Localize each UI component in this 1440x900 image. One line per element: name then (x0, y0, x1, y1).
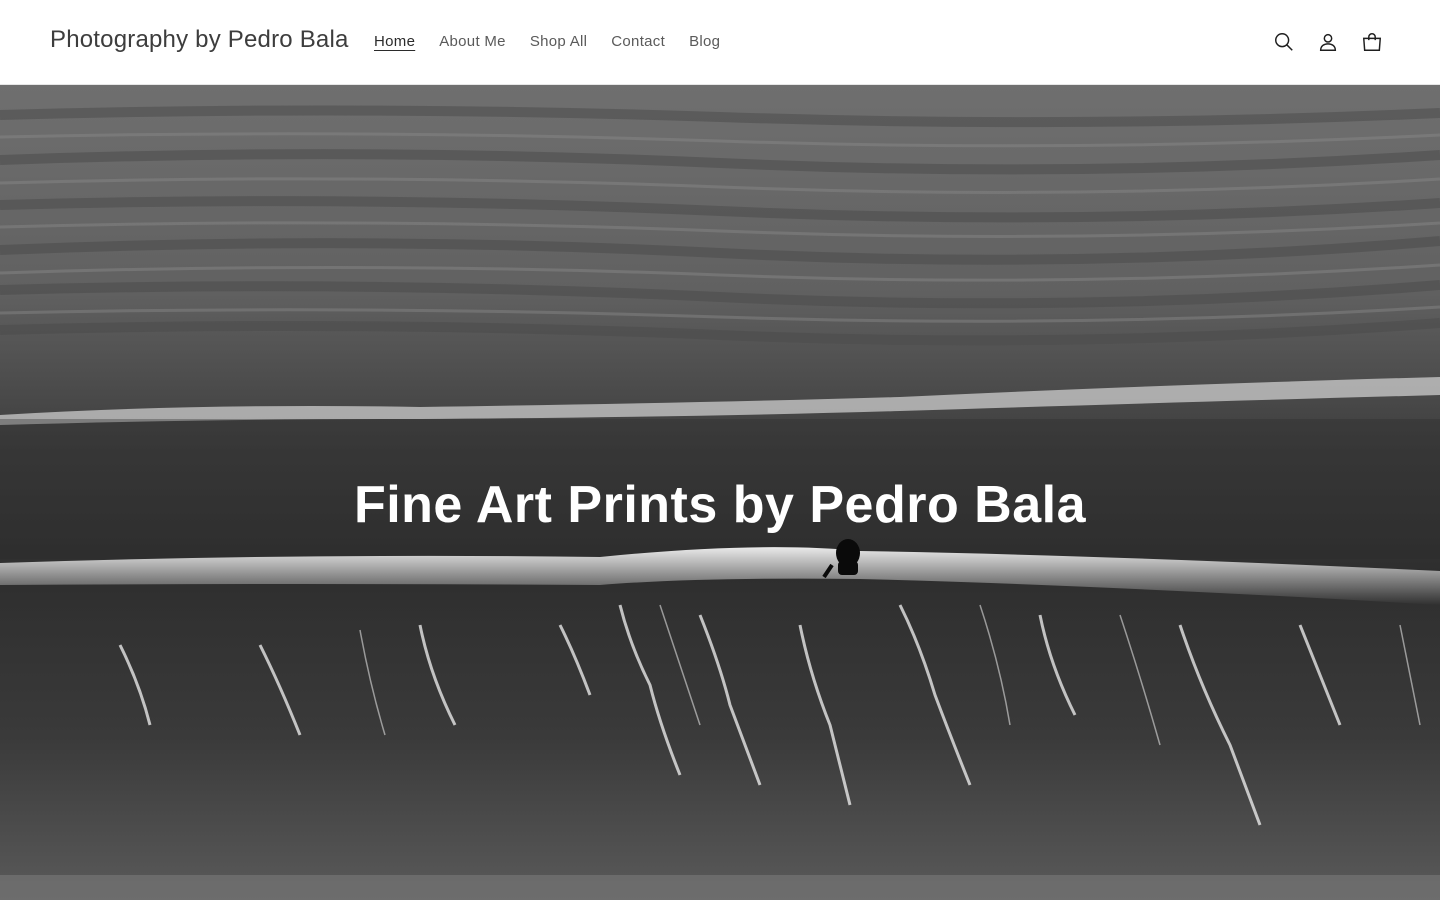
hero-banner: Fine Art Prints by Pedro Bala (0, 85, 1440, 900)
nav-about-me[interactable]: About Me (427, 30, 518, 54)
nav-blog[interactable]: Blog (677, 30, 732, 54)
site-header: Photography by Pedro Bala Home About Me … (0, 0, 1440, 85)
account-button[interactable] (1306, 20, 1350, 64)
account-icon (1319, 33, 1337, 51)
nav-shop-all[interactable]: Shop All (518, 30, 599, 54)
hero-title: Fine Art Prints by Pedro Bala (353, 476, 1087, 534)
cart-icon (1362, 33, 1382, 51)
nav-contact[interactable]: Contact (599, 30, 677, 54)
header-icons (1262, 20, 1394, 64)
cart-button[interactable] (1350, 20, 1394, 64)
main-nav: Home About Me Shop All Contact Blog (362, 30, 732, 54)
search-button[interactable] (1262, 20, 1306, 64)
nav-home[interactable]: Home (362, 30, 427, 54)
search-icon (1275, 33, 1293, 51)
site-logo-link[interactable]: Photography by Pedro Bala (50, 26, 349, 54)
